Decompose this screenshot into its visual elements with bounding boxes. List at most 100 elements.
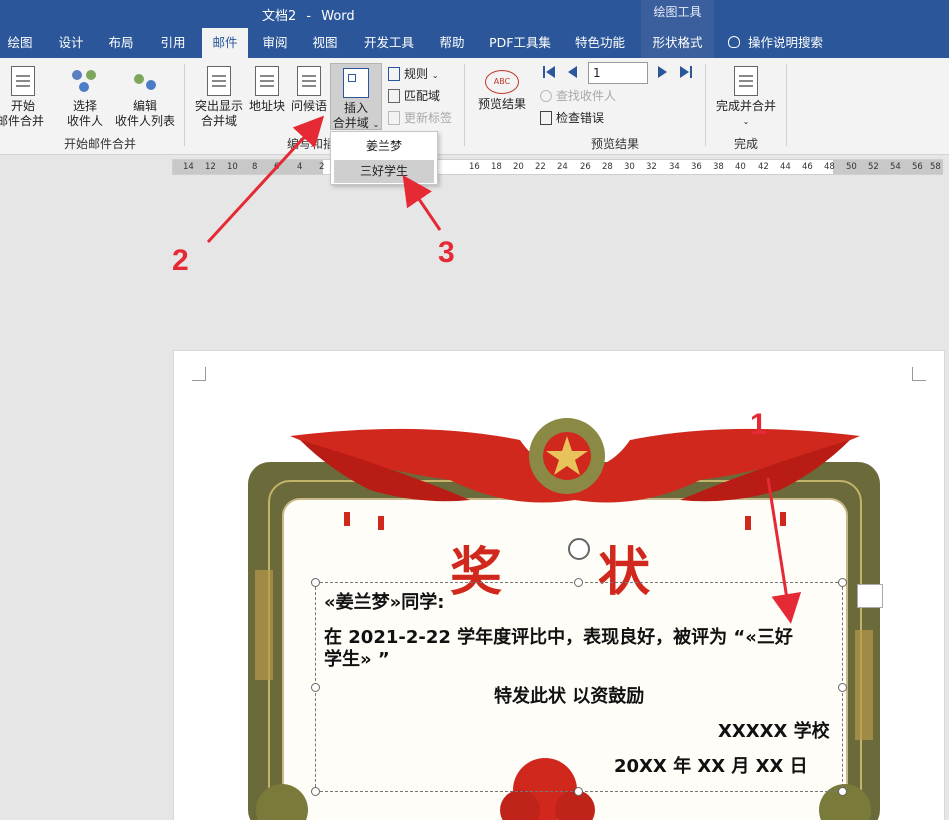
document-name: 文档2	[262, 9, 297, 24]
match-fields-icon	[388, 89, 400, 103]
ruler-number: 20	[513, 162, 524, 172]
tab-view[interactable]: 视图	[304, 28, 346, 58]
field-option-name[interactable]: 姜兰梦	[334, 135, 434, 158]
annotation-number-3: 3	[438, 236, 455, 269]
title-separator: -	[306, 9, 312, 24]
resize-handle[interactable]	[574, 578, 583, 587]
check-errors-button[interactable]: 检查错误	[540, 109, 604, 127]
date-line[interactable]: 20XX 年 XX 月 XX 日	[614, 752, 808, 778]
ruler-number: 6	[274, 162, 280, 172]
first-record-icon[interactable]	[543, 66, 555, 78]
resize-handle[interactable]	[838, 578, 847, 587]
select-recipients-button[interactable]: 选择 收件人	[60, 66, 110, 129]
preview-results-button[interactable]: ABC 预览结果	[474, 70, 530, 112]
insert-field-icon	[343, 68, 369, 98]
edit-recipient-list-button[interactable]: 编辑 收件人列表	[114, 66, 176, 129]
annotation-number-2: 2	[172, 244, 189, 277]
start-merge-label-1: 开始	[10, 99, 35, 113]
resize-handle[interactable]	[838, 787, 847, 796]
horizontal-ruler[interactable]: 14 12 10 8 6 4 2 16 18 20 22 24 26 28 30…	[172, 159, 943, 175]
resize-handle[interactable]	[311, 683, 320, 692]
find-recipient-button[interactable]: 查找收件人	[540, 87, 616, 105]
resize-handle[interactable]	[311, 578, 320, 587]
ruler-number: 58	[930, 162, 941, 172]
start-mail-merge-button[interactable]: 开始 邮件合并	[0, 66, 46, 129]
tab-review[interactable]: 审阅	[254, 28, 296, 58]
chevron-down-icon: ⌄	[372, 120, 380, 129]
school-line[interactable]: XXXXX 学校	[718, 717, 830, 743]
tab-developer[interactable]: 开发工具	[358, 28, 420, 58]
ruler-number: 24	[557, 162, 568, 172]
group-divider	[184, 64, 185, 146]
recipients-icon	[70, 66, 100, 96]
match-fields-button[interactable]: 匹配域	[388, 87, 440, 105]
update-labels-label: 更新标签	[404, 111, 453, 125]
ruler-number: 46	[802, 162, 813, 172]
finish-merge-button[interactable]: 完成并合并 ⌄	[712, 66, 780, 129]
group-finish-label: 完成	[733, 137, 758, 151]
previous-record-icon[interactable]	[568, 66, 577, 78]
layout-options-icon[interactable]	[857, 584, 883, 608]
ruler-number: 32	[646, 162, 657, 172]
rules-button[interactable]: 规则 ⌄	[388, 65, 439, 85]
ruler-number: 12	[205, 162, 216, 172]
group-divider	[464, 64, 465, 146]
address-block-icon	[255, 66, 279, 96]
tab-pdf-tools[interactable]: PDF工具集	[484, 28, 556, 58]
ruler-number: 4	[297, 162, 303, 172]
group-write-insert-label: 编写和插	[286, 137, 335, 151]
edit-label-2: 收件人列表	[114, 114, 175, 128]
merge-field-dropdown: 姜兰梦 三好学生	[330, 131, 438, 185]
ruler-number: 34	[669, 162, 680, 172]
chevron-down-icon: ⌄	[431, 71, 439, 80]
ruler-number: 22	[535, 162, 546, 172]
greeting-line[interactable]: «姜兰梦»同学:	[324, 588, 444, 614]
tab-mailings[interactable]: 邮件	[202, 28, 248, 58]
tab-design[interactable]: 设计	[50, 28, 92, 58]
record-number-field[interactable]: 1	[588, 62, 648, 84]
group-start-merge-label: 开始邮件合并	[63, 137, 136, 151]
select-label-2: 收件人	[66, 114, 103, 128]
tab-special[interactable]: 特色功能	[568, 28, 632, 58]
resize-handle[interactable]	[311, 787, 320, 796]
ruler-number: 16	[469, 162, 480, 172]
tab-help[interactable]: 帮助	[432, 28, 472, 58]
ribbon-tabs: 绘图 设计 布局 引用 邮件 审阅 视图 开发工具 帮助 PDF工具集 特色功能…	[0, 28, 949, 58]
find-icon	[540, 90, 552, 102]
address-label: 地址块	[248, 99, 285, 113]
window-title: 文档2 - Word	[262, 5, 355, 24]
insert-merge-field-button[interactable]: 插入 合并域 ⌄	[330, 63, 382, 130]
rotate-handle[interactable]	[568, 538, 590, 560]
rules-icon	[388, 67, 400, 81]
tab-shape-format[interactable]: 形状格式	[641, 28, 714, 58]
next-record-icon[interactable]	[658, 66, 667, 78]
tell-me-search[interactable]: 操作说明搜索	[728, 28, 823, 58]
finish-merge-icon	[734, 66, 758, 96]
body-line-1[interactable]: 在 2021-2-22 学年度评比中，表现良好，被评为 “«三好	[324, 623, 793, 649]
body-line-2[interactable]: 学生» ”	[324, 645, 390, 671]
greeting-line-button[interactable]: 问候语	[288, 66, 330, 114]
annotation-number-1: 1	[750, 408, 767, 441]
title-bar: 文档2 - Word 绘图工具	[0, 0, 949, 28]
select-label-1: 选择	[72, 99, 97, 113]
address-block-button[interactable]: 地址块	[246, 66, 288, 114]
ruler-number: 52	[868, 162, 879, 172]
tab-layout[interactable]: 布局	[100, 28, 142, 58]
group-divider	[786, 64, 787, 146]
encouragement-line[interactable]: 特发此状 以资鼓励	[494, 682, 644, 708]
field-option-award[interactable]: 三好学生	[334, 160, 434, 183]
insert-label-2: 合并域 ⌄	[331, 116, 381, 132]
ruler-number: 14	[183, 162, 194, 172]
ruler-number: 30	[624, 162, 635, 172]
resize-handle[interactable]	[574, 787, 583, 796]
tab-draw[interactable]: 绘图	[0, 28, 40, 58]
update-labels-button[interactable]: 更新标签	[388, 109, 452, 127]
resize-handle[interactable]	[838, 683, 847, 692]
ruler-number: 44	[780, 162, 791, 172]
highlight-merge-fields-button[interactable]: 突出显示 合并域	[192, 66, 246, 129]
tab-references[interactable]: 引用	[152, 28, 194, 58]
start-merge-label-2: 邮件合并	[0, 114, 44, 128]
last-record-icon[interactable]	[680, 66, 692, 78]
ruler-number: 48	[824, 162, 835, 172]
ruler-number: 50	[846, 162, 857, 172]
